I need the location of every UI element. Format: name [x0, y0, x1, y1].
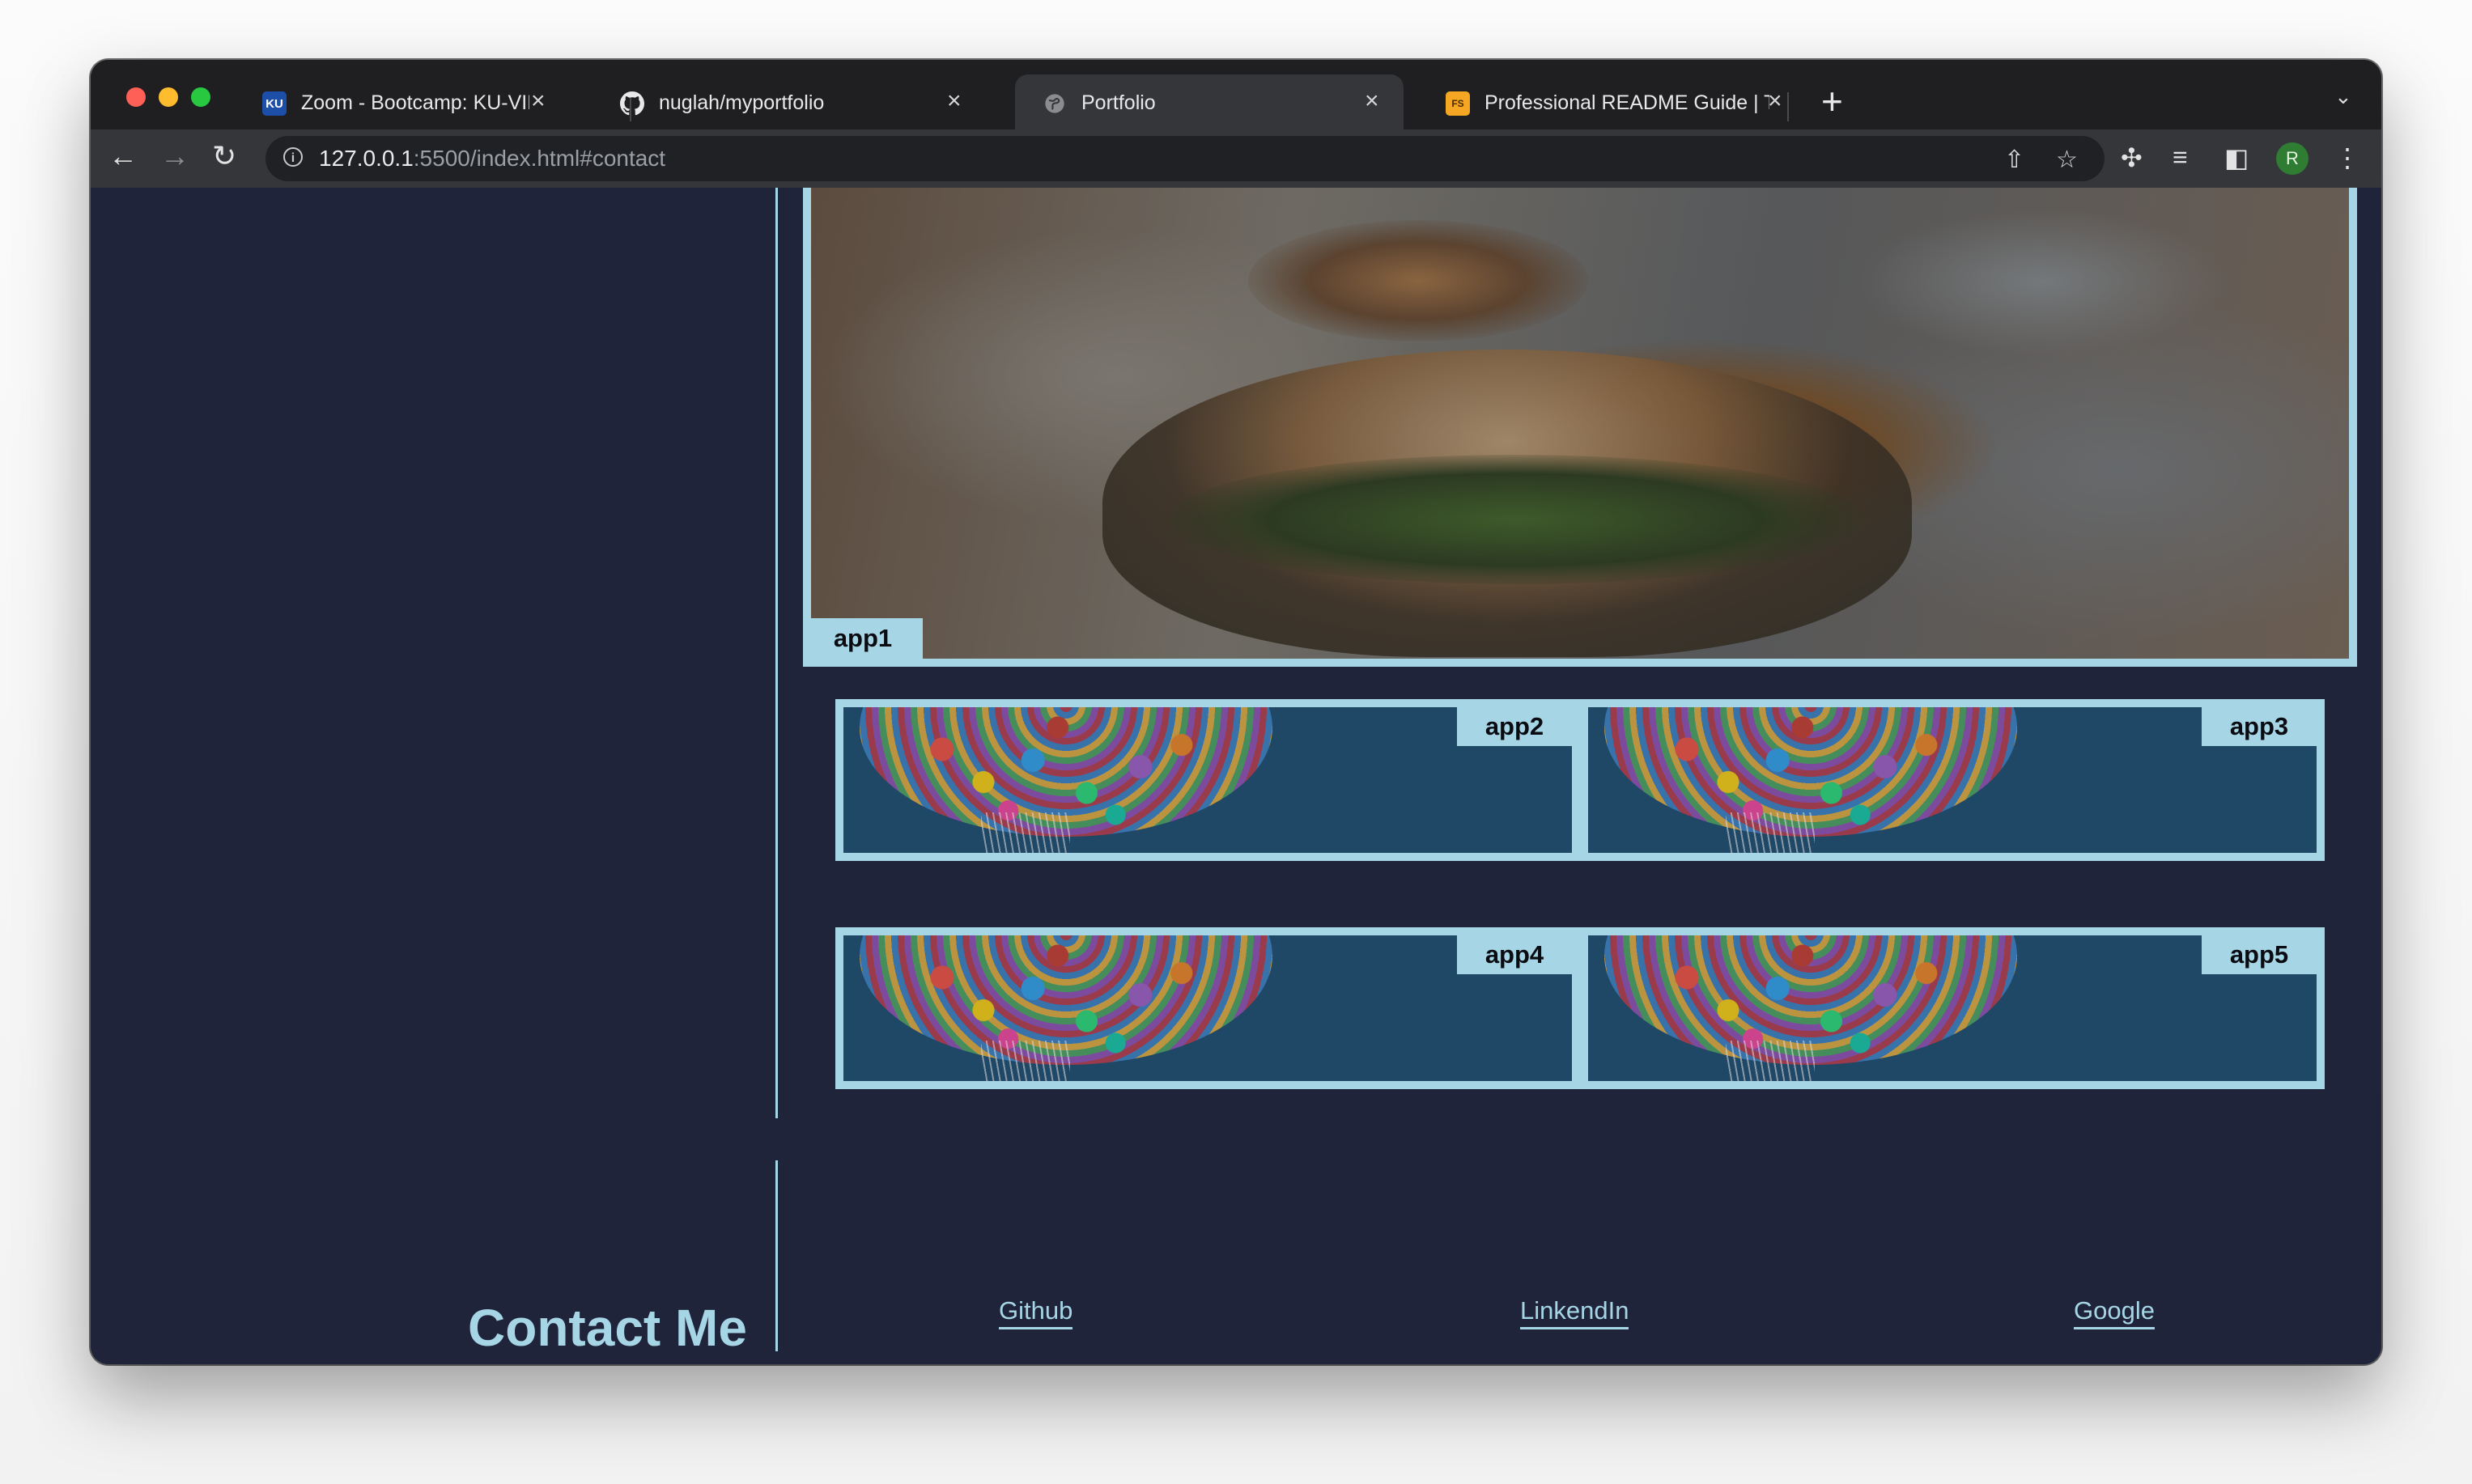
google-link[interactable]: Google: [2074, 1296, 2155, 1329]
tab-title: nuglah/myportfolio: [659, 91, 825, 114]
project-card-app1[interactable]: app1: [803, 188, 2357, 667]
project-label: app1: [803, 618, 923, 659]
close-window-button[interactable]: [126, 87, 146, 107]
github-icon: [620, 91, 644, 116]
globe-icon: [1043, 91, 1067, 116]
project-row: app4 app5: [835, 927, 2325, 1089]
reload-icon[interactable]: ↻: [212, 139, 236, 173]
menu-kebab-icon[interactable]: ⋮: [2334, 142, 2360, 173]
site-info-icon[interactable]: i: [283, 147, 303, 167]
project-card-app4[interactable]: app4: [843, 935, 1572, 1081]
section-divider: [775, 188, 778, 1118]
forward-arrow-icon[interactable]: →: [160, 139, 189, 173]
balloon-strings: [981, 1041, 1070, 1081]
browser-toolbar: ← → ↻ i 127.0.0.1:5500/index.html#contac…: [91, 129, 2381, 188]
close-tab-icon[interactable]: ×: [531, 87, 546, 115]
tab-title: Professional README Guide | T: [1484, 91, 1769, 114]
project-label: app2: [1457, 707, 1572, 746]
github-link[interactable]: Github: [999, 1296, 1073, 1329]
url-path: :5500/index.html#contact: [413, 146, 666, 171]
address-bar[interactable]: i 127.0.0.1:5500/index.html#contact ⇧ ☆: [265, 136, 2105, 181]
close-tab-icon[interactable]: ×: [947, 87, 962, 115]
fs-favicon-icon: FS: [1446, 91, 1470, 116]
tab-separator: [1787, 92, 1789, 121]
tab-github[interactable]: nuglah/myportfolio ×: [593, 74, 986, 129]
project-label: app5: [2202, 935, 2317, 974]
tab-zoom[interactable]: KU Zoom - Bootcamp: KU-VIRT-FS ×: [235, 74, 567, 129]
balloon-strings: [1726, 812, 1815, 853]
back-arrow-icon[interactable]: ←: [108, 139, 138, 173]
maximize-window-button[interactable]: [191, 87, 210, 107]
tab-title: Zoom - Bootcamp: KU-VIRT-FS: [301, 91, 529, 114]
project-card-app5[interactable]: app5: [1588, 935, 2317, 1081]
sandwich-photo: [811, 188, 2349, 659]
tab-title: Portfolio: [1081, 91, 1156, 114]
profile-avatar[interactable]: R: [2276, 142, 2308, 175]
url-text[interactable]: 127.0.0.1:5500/index.html#contact: [319, 146, 665, 172]
tab-strip: KU Zoom - Bootcamp: KU-VIRT-FS × nuglah/…: [91, 60, 2381, 129]
page-viewport: app1 app2 app3 app4 app5 Contact Me Gith…: [91, 188, 2381, 1364]
tab-portfolio[interactable]: Portfolio ×: [1015, 74, 1404, 129]
side-panel-icon[interactable]: ◧: [2224, 142, 2249, 173]
minimize-window-button[interactable]: [159, 87, 178, 107]
url-host: 127.0.0.1: [319, 146, 414, 171]
new-tab-button[interactable]: +: [1821, 79, 1843, 123]
project-card-app3[interactable]: app3: [1588, 707, 2317, 853]
ku-favicon-icon: KU: [262, 91, 287, 116]
project-row: app2 app3: [835, 699, 2325, 861]
bookmark-star-icon[interactable]: ☆: [2056, 146, 2078, 174]
project-card-app2[interactable]: app2: [843, 707, 1572, 853]
project-label: app3: [2202, 707, 2317, 746]
balloon-strings: [981, 812, 1070, 853]
tab-list-chevron-icon[interactable]: ⌄: [2334, 84, 2352, 109]
linkedin-link[interactable]: LinkendIn: [1520, 1296, 1629, 1329]
tab-readme-guide[interactable]: FS Professional README Guide | T ×: [1418, 74, 1807, 129]
close-tab-icon[interactable]: ×: [1768, 87, 1782, 115]
photo-detail: [1167, 455, 1863, 584]
balloon-strings: [1726, 1041, 1815, 1081]
project-label: app4: [1457, 935, 1572, 974]
contact-heading: Contact Me: [468, 1299, 747, 1357]
extensions-puzzle-icon[interactable]: ✣: [2121, 142, 2143, 173]
section-divider: [775, 1160, 778, 1351]
browser-window: KU Zoom - Bootcamp: KU-VIRT-FS × nuglah/…: [91, 60, 2381, 1364]
photo-detail: [1248, 220, 1588, 341]
close-tab-icon[interactable]: ×: [1365, 87, 1379, 115]
reading-list-icon[interactable]: ≡: [2173, 142, 2188, 172]
share-icon[interactable]: ⇧: [2004, 146, 2024, 174]
